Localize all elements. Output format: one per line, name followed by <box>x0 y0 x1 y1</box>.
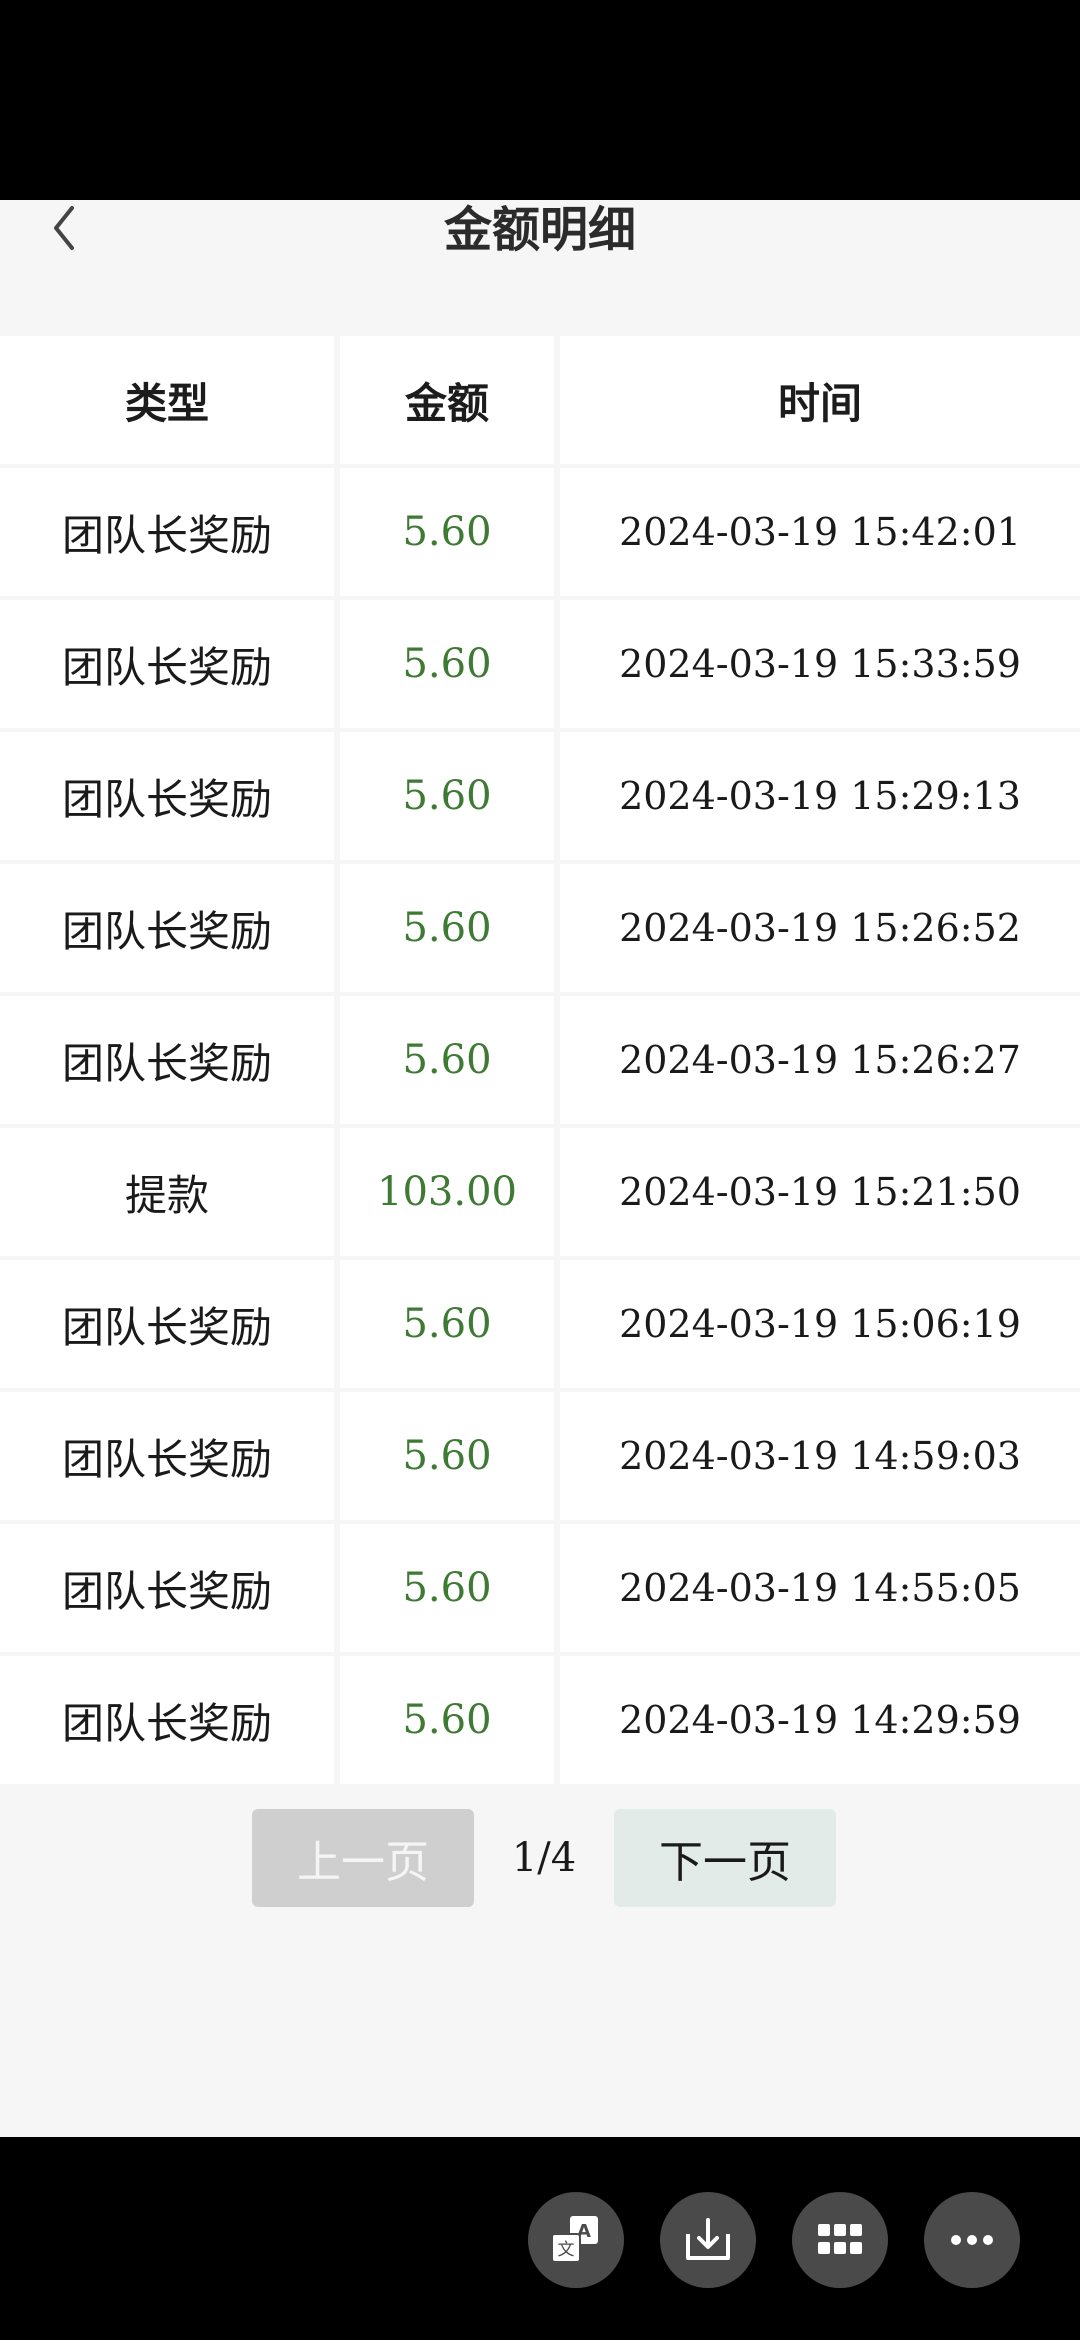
amount-cell: 5.60 <box>340 864 554 992</box>
chevron-left-icon <box>54 206 74 250</box>
amount-cell: 5.60 <box>340 1656 554 1784</box>
time-cell: 2024-03-19 15:06:19 <box>560 1260 1080 1388</box>
amount-cell: 5.60 <box>340 1260 554 1388</box>
time-cell: 2024-03-19 15:26:52 <box>560 864 1080 992</box>
type-cell: 团队长奖励 <box>0 732 334 860</box>
more-button[interactable] <box>924 2192 1020 2288</box>
prev-page-button[interactable]: 上一页 <box>252 1809 474 1907</box>
table-row: 团队长奖励 5.60 2024-03-19 15:26:52 <box>0 864 1080 996</box>
table-row: 团队长奖励 5.60 2024-03-19 14:59:03 <box>0 1392 1080 1524</box>
amount-cell: 5.60 <box>340 1524 554 1652</box>
table-row: 提款 103.00 2024-03-19 15:21:50 <box>0 1128 1080 1260</box>
pagination: 上一页 1/4 下一页 <box>0 1809 1080 1909</box>
top-bar <box>0 0 1080 200</box>
table-row: 团队长奖励 5.60 2024-03-19 15:26:27 <box>0 996 1080 1128</box>
type-cell: 团队长奖励 <box>0 1656 334 1784</box>
apps-button[interactable] <box>792 2192 888 2288</box>
amount-cell: 5.60 <box>340 1392 554 1520</box>
time-cell: 2024-03-19 14:59:03 <box>560 1392 1080 1520</box>
translate-icon: A 文 <box>551 2216 598 2263</box>
grid-icon <box>818 2224 862 2254</box>
page-content: 金额明细 类型 金额 时间 团队长奖励 5.60 2024-03-19 15:42:… <box>0 200 1080 2137</box>
next-page-button[interactable]: 下一页 <box>614 1809 836 1907</box>
table-row: 团队长奖励 5.60 2024-03-19 14:55:05 <box>0 1524 1080 1656</box>
time-cell: 2024-03-19 15:29:13 <box>560 732 1080 860</box>
type-cell: 团队长奖励 <box>0 1260 334 1388</box>
amount-cell: 5.60 <box>340 468 554 596</box>
download-button[interactable] <box>660 2192 756 2288</box>
more-icon <box>951 2235 993 2245</box>
amount-cell: 5.60 <box>340 996 554 1124</box>
amount-cell: 5.60 <box>340 600 554 728</box>
time-cell: 2024-03-19 14:55:05 <box>560 1524 1080 1652</box>
translate-button[interactable]: A 文 <box>528 2192 624 2288</box>
type-cell: 团队长奖励 <box>0 468 334 596</box>
type-cell: 团队长奖励 <box>0 864 334 992</box>
table-row: 团队长奖励 5.60 2024-03-19 15:33:59 <box>0 600 1080 732</box>
table-header-row: 类型 金额 时间 <box>0 336 1080 468</box>
table-body: 团队长奖励 5.60 2024-03-19 15:42:01 团队长奖励 5.60 202… <box>0 468 1080 1788</box>
header: 金额明细 <box>0 200 1080 310</box>
table-row: 团队长奖励 5.60 2024-03-19 15:42:01 <box>0 468 1080 600</box>
time-cell: 2024-03-19 15:26:27 <box>560 996 1080 1124</box>
type-cell: 团队长奖励 <box>0 600 334 728</box>
type-cell: 团队长奖励 <box>0 1392 334 1520</box>
page-title: 金额明细 <box>443 202 636 258</box>
page-indicator: 1/4 <box>511 1835 577 1881</box>
amount-cell: 103.00 <box>340 1128 554 1256</box>
time-cell: 2024-03-19 14:29:59 <box>560 1656 1080 1784</box>
type-cell: 团队长奖励 <box>0 1524 334 1652</box>
table-row: 团队长奖励 5.60 2024-03-19 15:29:13 <box>0 732 1080 864</box>
back-button[interactable] <box>34 200 94 260</box>
column-header-type: 类型 <box>0 336 334 464</box>
type-cell: 提款 <box>0 1128 334 1256</box>
time-cell: 2024-03-19 15:42:01 <box>560 468 1080 596</box>
download-icon <box>686 2218 730 2260</box>
svg-text:文: 文 <box>558 2240 575 2260</box>
table-row: 团队长奖励 5.60 2024-03-19 15:06:19 <box>0 1260 1080 1392</box>
amount-cell: 5.60 <box>340 732 554 860</box>
column-header-time: 时间 <box>560 336 1080 464</box>
time-cell: 2024-03-19 15:33:59 <box>560 600 1080 728</box>
table-row: 团队长奖励 5.60 2024-03-19 14:29:59 <box>0 1656 1080 1788</box>
time-cell: 2024-03-19 15:21:50 <box>560 1128 1080 1256</box>
type-cell: 团队长奖励 <box>0 996 334 1124</box>
screen: 金额明细 类型 金额 时间 团队长奖励 5.60 2024-03-19 15:42:… <box>0 0 1080 2340</box>
amount-table: 类型 金额 时间 团队长奖励 5.60 2024-03-19 15:42:01 团队长… <box>0 336 1080 1788</box>
column-header-amount: 金额 <box>340 336 554 464</box>
